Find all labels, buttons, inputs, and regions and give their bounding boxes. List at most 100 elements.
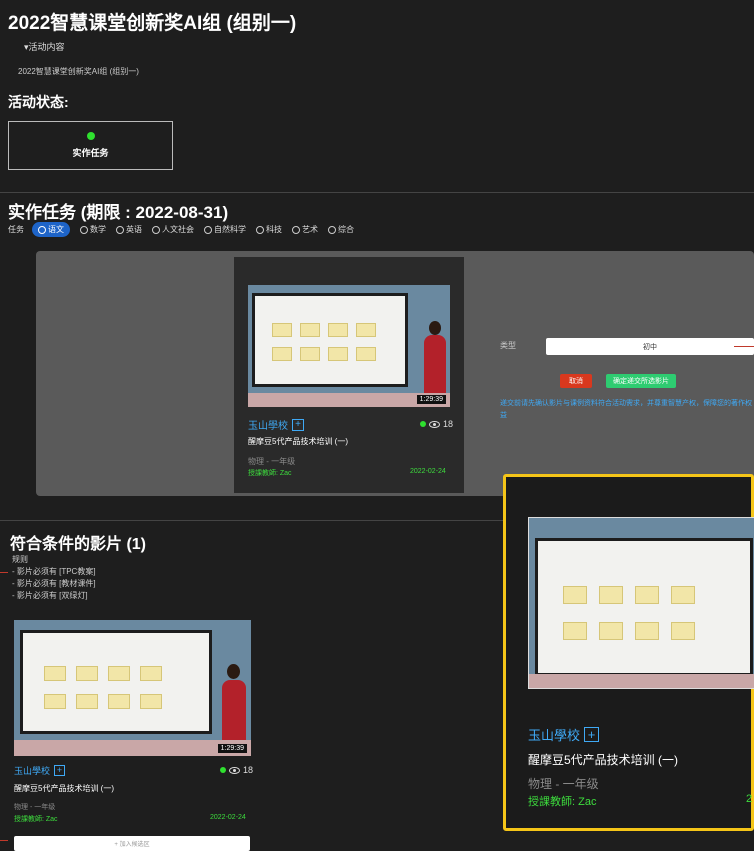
rule-item: - 影片必须有 [教材课件] bbox=[12, 579, 96, 588]
sticky-note bbox=[108, 666, 130, 681]
type-label: 类型 bbox=[500, 341, 516, 350]
view-count: 18 bbox=[420, 419, 453, 429]
plus-icon[interactable]: + bbox=[292, 418, 304, 431]
sticky-note bbox=[328, 323, 348, 337]
radio-icon bbox=[38, 225, 46, 234]
zoomed-preview: 玉山學校 + 醒摩豆5代产品技术培训 (一) 物理 - 一年级 授課教師: Za… bbox=[503, 474, 754, 831]
video-date: 2022-02-24 bbox=[210, 814, 246, 821]
school-link[interactable]: 玉山學校 + bbox=[528, 725, 600, 744]
task-title: 实作任务 (期限 : 2022-08-31) bbox=[8, 203, 229, 222]
rule-item: - 影片必须有 [双绿灯] bbox=[12, 591, 88, 600]
video-subject-grade: 物理 - 一年级 bbox=[528, 777, 599, 791]
confirm-submit-button[interactable]: 确定递交所选影片 bbox=[606, 374, 676, 388]
rules-label: 规则 bbox=[12, 555, 28, 564]
video-title: 醒摩豆5代产品技术培训 (一) bbox=[248, 437, 348, 446]
sticky-note bbox=[140, 666, 162, 681]
sticky-note bbox=[272, 323, 292, 337]
video-duration: 1:29:39 bbox=[416, 395, 446, 404]
selected-video-card[interactable]: 1:29:39 玉山學校 + 18 醒摩豆5代产品技术培训 (一) 物理 - 一… bbox=[234, 257, 464, 493]
sticky-note bbox=[563, 622, 587, 640]
plus-icon[interactable]: + bbox=[54, 765, 66, 776]
video-thumbnail[interactable]: 1:29:39 bbox=[248, 285, 450, 407]
activity-content-toggle[interactable]: ▾活动内容 bbox=[24, 40, 65, 53]
video-teacher: 授課教師: Zac bbox=[14, 816, 58, 823]
sticky-note bbox=[76, 666, 98, 681]
presenter-head bbox=[429, 321, 441, 335]
subject-chip-science[interactable]: 自然科学 bbox=[204, 222, 246, 237]
sticky-note bbox=[300, 323, 320, 337]
rule-item: - 影片必须有 [TPC教案] bbox=[12, 567, 96, 576]
eye-icon bbox=[229, 766, 240, 774]
sticky-note bbox=[599, 622, 623, 640]
sticky-note bbox=[563, 586, 587, 604]
sticky-note bbox=[599, 586, 623, 604]
sticky-note bbox=[108, 694, 130, 709]
sticky-note bbox=[300, 347, 320, 361]
matches-title: 符合条件的影片 (1) bbox=[10, 536, 147, 553]
matched-video-card[interactable]: 1:29:39 玉山學校 + 18 醒摩豆5代产品技术培训 (一) 物理 - 一… bbox=[14, 620, 253, 830]
video-title: 醒摩豆5代产品技术培训 (一) bbox=[14, 784, 114, 793]
subject-chip-chinese[interactable]: 语文 bbox=[32, 222, 70, 237]
cancel-button[interactable]: 取消 bbox=[560, 374, 592, 388]
presenter-figure bbox=[222, 680, 246, 746]
school-link[interactable]: 玉山學校 + bbox=[14, 764, 66, 777]
video-teacher: 授課教師: Zac bbox=[528, 796, 597, 808]
sticky-note bbox=[356, 323, 376, 337]
subject-chip-arts[interactable]: 艺术 bbox=[292, 222, 318, 237]
school-link[interactable]: 玉山學校 + bbox=[248, 417, 304, 432]
type-select[interactable]: 初中 bbox=[546, 338, 754, 355]
subject-chip-english[interactable]: 英语 bbox=[116, 222, 142, 237]
status-box: 实作任务 bbox=[8, 121, 173, 170]
radio-icon bbox=[256, 225, 264, 234]
status-dot-icon bbox=[420, 421, 426, 427]
video-subject-grade: 物理 - 一年级 bbox=[248, 457, 296, 466]
subject-filter: 任务 语文 数学 英语 人文社会 自然科学 科技 艺术 综合 bbox=[8, 222, 364, 237]
rules-list: 规则 - 影片必须有 [TPC教案] - 影片必须有 [教材课件] - 影片必须… bbox=[12, 554, 96, 602]
subject-chip-tech[interactable]: 科技 bbox=[256, 222, 282, 237]
video-teacher: 授課教師: Zac bbox=[248, 470, 292, 477]
status-dot-icon bbox=[86, 132, 95, 140]
sticky-note bbox=[44, 694, 66, 709]
sticky-note bbox=[44, 666, 66, 681]
video-title: 醒摩豆5代产品技术培训 (一) bbox=[528, 753, 679, 767]
whiteboard-image bbox=[252, 293, 408, 387]
plus-icon[interactable]: + bbox=[584, 727, 600, 742]
sticky-note bbox=[635, 586, 659, 604]
whiteboard-image bbox=[535, 538, 753, 676]
sticky-note bbox=[328, 347, 348, 361]
subject-chip-social[interactable]: 人文社会 bbox=[152, 222, 194, 237]
sticky-note bbox=[671, 586, 695, 604]
status-label: 活动状态: bbox=[8, 94, 69, 110]
divider bbox=[0, 192, 754, 193]
presenter-figure bbox=[424, 335, 446, 395]
video-subject-grade: 物理 - 一年级 bbox=[14, 804, 56, 811]
eye-icon bbox=[429, 420, 440, 428]
video-date: 2022-02-24 bbox=[410, 468, 446, 475]
sticky-note bbox=[140, 694, 162, 709]
video-thumbnail[interactable]: 1:29:39 bbox=[14, 620, 251, 756]
sticky-note bbox=[671, 622, 695, 640]
presenter-head bbox=[227, 664, 240, 679]
status-value: 实作任务 bbox=[72, 148, 109, 158]
sticky-note bbox=[635, 622, 659, 640]
add-to-candidates-button[interactable]: + 加入候选区 bbox=[14, 836, 250, 851]
video-thumbnail[interactable] bbox=[528, 517, 754, 689]
subject-chip-general[interactable]: 综合 bbox=[328, 222, 354, 237]
radio-icon bbox=[152, 225, 160, 234]
filter-label: 任务 bbox=[8, 225, 24, 234]
subject-chip-math[interactable]: 数学 bbox=[80, 222, 106, 237]
radio-icon bbox=[116, 225, 124, 234]
radio-icon bbox=[204, 225, 212, 234]
sticky-note bbox=[76, 694, 98, 709]
view-count: 18 bbox=[220, 765, 253, 775]
radio-icon bbox=[328, 225, 336, 234]
annotation-line bbox=[734, 346, 754, 347]
annotation-line bbox=[0, 572, 8, 573]
submission-notice: 递交前请先确认影片与课例资料符合活动需求，并尊重智慧产权，保障您的著作权益 bbox=[500, 400, 752, 419]
sticky-note bbox=[272, 347, 292, 361]
annotation-line bbox=[0, 840, 8, 841]
thumbnail-floor bbox=[529, 674, 754, 688]
status-dot-icon bbox=[220, 767, 226, 773]
whiteboard-image bbox=[20, 630, 212, 734]
video-duration: 1:29:39 bbox=[217, 744, 247, 753]
